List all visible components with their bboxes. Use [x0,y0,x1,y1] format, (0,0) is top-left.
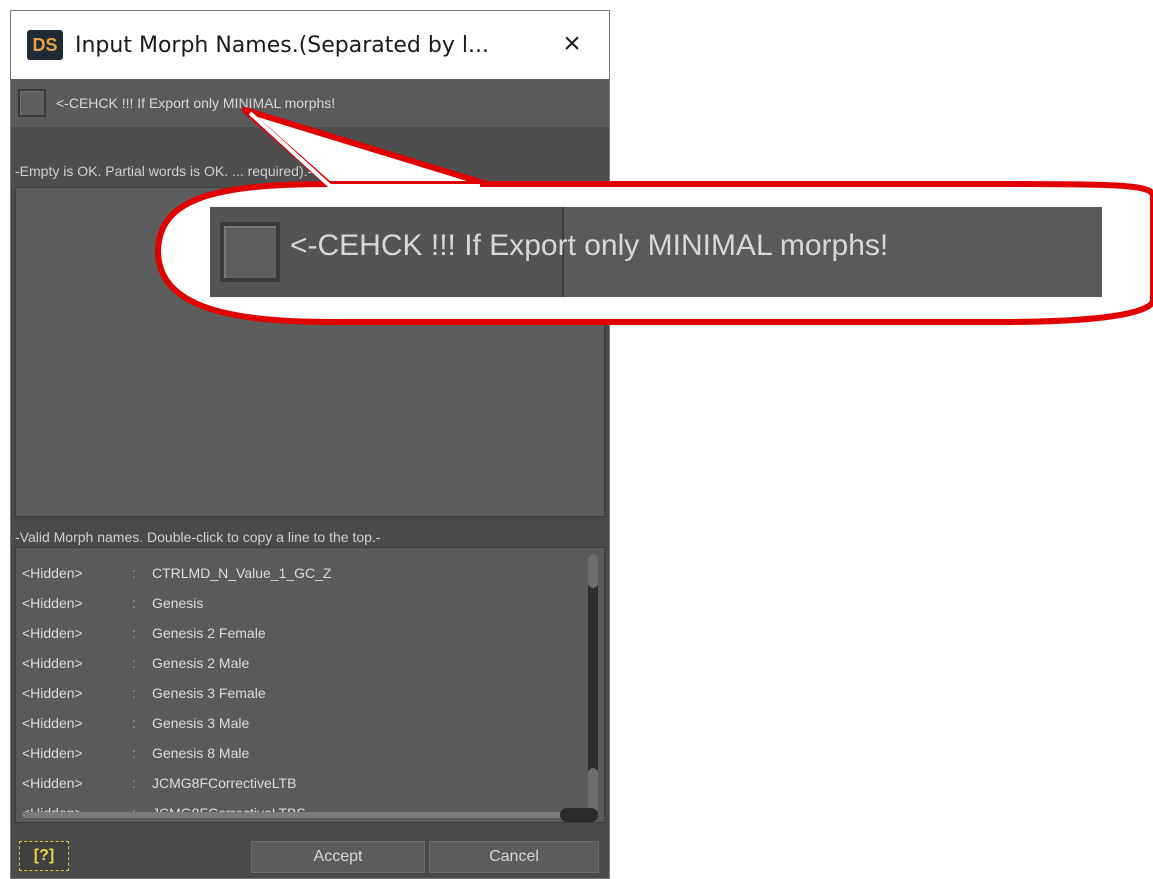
callout-zoom-checkbox [220,222,280,282]
callout-zoom-label: <-CEHCK !!! If Export only MINIMAL morph… [290,229,889,262]
callout-annotation [154,107,1153,325]
callout-pointer [242,107,493,188]
callout-zoom-panel: <-CEHCK !!! If Export only MINIMAL morph… [210,207,1102,297]
